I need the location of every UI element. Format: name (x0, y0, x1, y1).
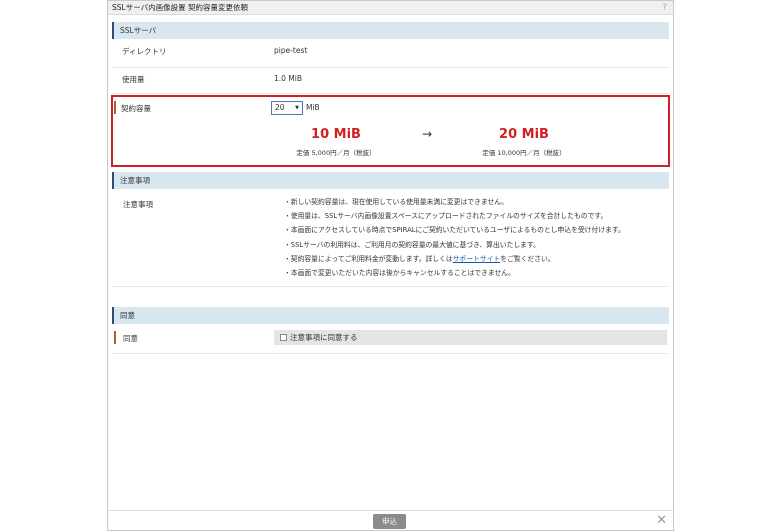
arrow-right-icon: → (422, 127, 433, 141)
dialog-title: SSLサーバ内画像設置 契約容量変更依頼 (112, 3, 249, 12)
help-icon[interactable]: ? (662, 1, 667, 15)
directory-label: ディレクトリ (122, 47, 167, 56)
current-price: 定価 5,000円／月（税抜） (296, 149, 376, 157)
required-marker (114, 331, 116, 344)
notes-list: ・新しい契約容量は、現在使用している使用量未満に変更はできません。 ・使用量は、… (284, 195, 625, 280)
support-site-link[interactable]: サポートサイト (453, 255, 501, 263)
usage-row: 使用量 1.0 MiB (112, 68, 669, 94)
current-capacity: 10 MiB (311, 127, 361, 142)
usage-value: 1.0 MiB (274, 74, 303, 83)
capacity-select-value: 20 (275, 103, 285, 112)
note-item: ・本画面で変更いただいた内容は後からキャンセルすることはできません。 (284, 269, 515, 278)
directory-value: pipe-test (274, 46, 308, 55)
note-item: ・SSLサーバの利用料は、ご利用月の契約容量の最大値に基づき、算出いたします。 (284, 240, 540, 249)
note-item: ・本画面にアクセスしている時点でSPIRALにご契約いただいているユーザによるも… (284, 226, 625, 235)
note-link-prefix: ・契約容量によってご利用料金が変動します。詳しくは (284, 254, 453, 263)
divider (112, 353, 669, 354)
divider (112, 286, 669, 287)
dialog-titlebar: SSLサーバ内画像設置 契約容量変更依頼 ? (108, 1, 673, 15)
required-marker (114, 101, 116, 114)
notes-label: 注意事項 (123, 200, 153, 209)
section-header-notes: 注意事項 (112, 172, 669, 189)
footer-divider (108, 510, 673, 511)
new-capacity: 20 MiB (499, 127, 549, 142)
section-header-agree: 同意 (112, 307, 669, 324)
new-price: 定価 10,000円／月（税抜） (482, 149, 566, 157)
note-item-with-link: ・契約容量によってご利用料金が変動します。詳しくはサポートサイトをご覧ください。 (284, 252, 625, 266)
capacity-label: 契約容量 (121, 104, 151, 113)
change-request-dialog: SSLサーバ内画像設置 契約容量変更依頼 ? SSLサーバ ディレクトリ pip… (107, 0, 674, 531)
submit-button[interactable]: 申込 (373, 514, 406, 529)
directory-row: ディレクトリ pipe-test (112, 39, 669, 68)
note-item: ・新しい契約容量は、現在使用している使用量未満に変更はできません。 (284, 198, 508, 206)
capacity-unit: MiB (306, 103, 320, 112)
agree-checkbox-label[interactable]: 注意事項に同意する (290, 333, 358, 342)
agree-checkbox-row[interactable]: 注意事項に同意する (274, 330, 667, 345)
agree-checkbox[interactable] (280, 334, 287, 341)
usage-label: 使用量 (122, 75, 145, 84)
capacity-select[interactable]: 20 ▼ (271, 101, 303, 115)
chevron-down-icon: ▼ (295, 105, 299, 111)
agree-label: 同意 (123, 334, 138, 343)
note-item: ・使用量は、SSLサーバ内画像設置スペースにアップロードされたファイルのサイズを… (284, 212, 608, 221)
section-header-ssl: SSLサーバ (112, 22, 669, 39)
close-icon[interactable]: ✕ (656, 513, 667, 528)
note-link-suffix: をご覧ください。 (500, 254, 555, 263)
